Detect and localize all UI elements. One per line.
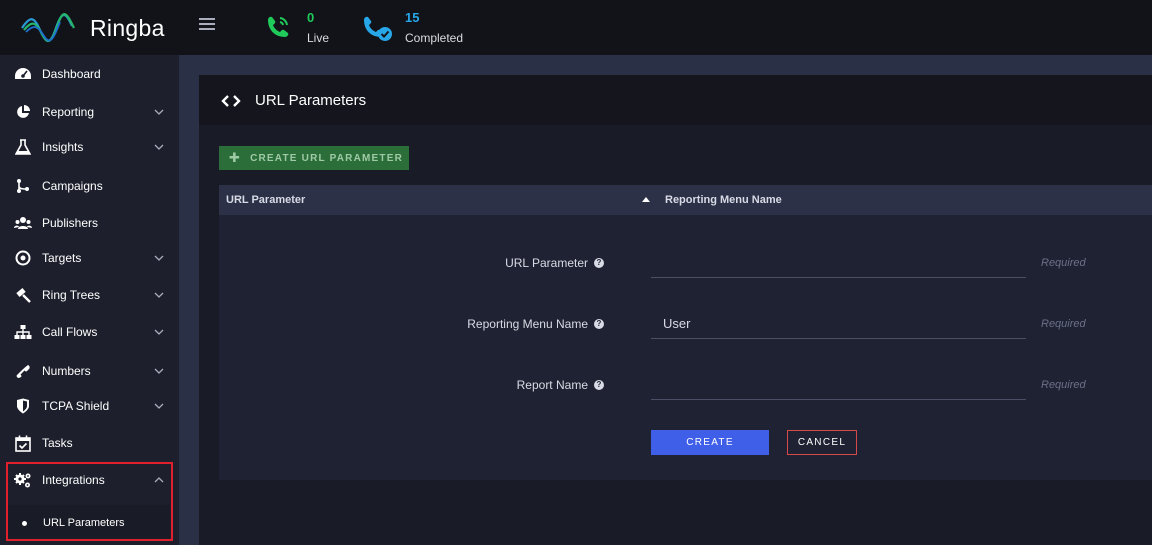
help-icon[interactable]: ? (594, 258, 604, 268)
sitemap-icon (14, 323, 32, 341)
sidebar: Dashboard Reporting Insights Campaigns P… (0, 55, 179, 545)
sidebar-item-label: Publishers (42, 216, 99, 230)
top-bar: Ringba 0 Live 15 Completed (0, 0, 1152, 55)
sort-ascending-icon[interactable] (642, 197, 650, 202)
menu-toggle-icon[interactable] (199, 18, 215, 34)
sidebar-item-label: Dashboard (42, 67, 101, 81)
chevron-down-icon (154, 403, 164, 409)
sidebar-item-insights[interactable]: Insights (0, 129, 179, 165)
live-count: 0 (307, 10, 315, 25)
bullet-icon (22, 520, 27, 526)
calendar-check-icon (14, 434, 32, 452)
create-button[interactable]: CREATE (651, 430, 769, 455)
required-hint: Required (1041, 379, 1086, 391)
help-icon[interactable]: ? (594, 319, 604, 329)
create-url-parameter-label: CREATE URL PARAMETER (250, 152, 403, 164)
field-label-text: Reporting Menu Name (467, 317, 588, 331)
sidebar-item-campaigns[interactable]: Campaigns (0, 168, 179, 204)
chevron-down-icon (154, 292, 164, 298)
field-label: Reporting Menu Name ? (467, 317, 604, 331)
sidebar-item-ring-trees[interactable]: Ring Trees (0, 277, 179, 313)
sidebar-item-label: Reporting (42, 105, 95, 119)
chevron-up-icon (154, 477, 164, 483)
column-header-url-parameter[interactable]: URL Parameter (226, 194, 305, 206)
flask-icon (14, 138, 32, 156)
ringba-wave-icon (21, 13, 75, 43)
sidebar-subitem-url-parameters[interactable]: URL Parameters (8, 505, 170, 541)
page-title: URL Parameters (255, 91, 367, 109)
table-header: URL Parameter Reporting Menu Name (219, 185, 1152, 215)
dashboard-icon (14, 65, 32, 83)
sidebar-item-numbers[interactable]: Numbers (0, 353, 179, 389)
sidebar-item-label: Campaigns (42, 179, 103, 193)
chevron-down-icon (154, 144, 164, 150)
sidebar-item-label: Integrations (42, 473, 105, 487)
shield-icon (14, 397, 32, 415)
url-parameter-input[interactable] (651, 248, 1026, 278)
sidebar-subitem-label: URL Parameters (43, 517, 125, 529)
phone-completed-icon (364, 16, 392, 41)
field-label: URL Parameter ? (505, 256, 604, 270)
content-panel: URL Parameters ✚ CREATE URL PARAMETER UR… (199, 75, 1152, 545)
sidebar-item-tcpa-shield[interactable]: TCPA Shield (0, 388, 179, 424)
sidebar-item-label: Call Flows (42, 325, 98, 339)
chevron-down-icon (154, 109, 164, 115)
users-icon (14, 214, 32, 232)
gavel-icon (14, 286, 32, 304)
completed-calls-stat[interactable]: 15 Completed (360, 10, 463, 45)
sidebar-item-label: Targets (42, 251, 82, 265)
sidebar-item-label: Insights (42, 140, 84, 154)
sidebar-item-label: TCPA Shield (42, 399, 110, 413)
plus-icon: ✚ (229, 150, 242, 165)
sidebar-item-tasks[interactable]: Tasks (0, 425, 179, 461)
target-icon (14, 249, 32, 267)
live-label: Live (307, 31, 330, 45)
field-label-text: URL Parameter (505, 256, 588, 270)
form-row-reporting-menu-name: Reporting Menu Name ? Required (219, 303, 1152, 343)
live-calls-stat[interactable]: 0 Live (262, 10, 329, 45)
branch-icon (14, 177, 32, 195)
form-row-report-name: Report Name ? Required (219, 364, 1152, 404)
sidebar-item-dashboard[interactable]: Dashboard (0, 56, 179, 92)
brand-name: Ringba (90, 14, 165, 41)
sidebar-item-integrations[interactable]: Integrations (0, 462, 179, 498)
sidebar-item-label: Tasks (42, 436, 73, 450)
pie-chart-icon (14, 103, 32, 121)
sidebar-item-call-flows[interactable]: Call Flows (0, 314, 179, 350)
cancel-button[interactable]: CANCEL (787, 430, 857, 455)
gears-icon (14, 471, 32, 489)
required-hint: Required (1041, 257, 1086, 269)
report-name-input[interactable] (651, 370, 1026, 400)
chevron-down-icon (154, 368, 164, 374)
field-label-text: Report Name (516, 378, 588, 392)
sidebar-item-targets[interactable]: Targets (0, 240, 179, 276)
sidebar-item-label: Ring Trees (42, 288, 101, 302)
form-row-url-parameter: URL Parameter ? Required (219, 242, 1152, 282)
sidebar-item-label: Numbers (42, 364, 91, 378)
chevron-down-icon (154, 255, 164, 261)
code-arrows-icon (221, 95, 241, 107)
column-header-reporting-menu-name[interactable]: Reporting Menu Name (665, 194, 782, 206)
sidebar-item-reporting[interactable]: Reporting (0, 94, 179, 130)
create-url-parameter-button[interactable]: ✚ CREATE URL PARAMETER (219, 146, 409, 170)
panel-header: URL Parameters (199, 75, 1152, 125)
field-label: Report Name ? (517, 378, 604, 392)
required-hint: Required (1041, 318, 1086, 330)
sidebar-item-publishers[interactable]: Publishers (0, 205, 179, 241)
chevron-down-icon (154, 329, 164, 335)
reporting-menu-name-input[interactable] (651, 309, 1026, 339)
completed-label: Completed (405, 31, 464, 45)
phone-icon (14, 362, 32, 380)
help-icon[interactable]: ? (594, 380, 604, 390)
ringba-logo[interactable]: Ringba (20, 8, 165, 48)
completed-count: 15 (405, 10, 420, 25)
phone-live-icon (268, 16, 289, 37)
